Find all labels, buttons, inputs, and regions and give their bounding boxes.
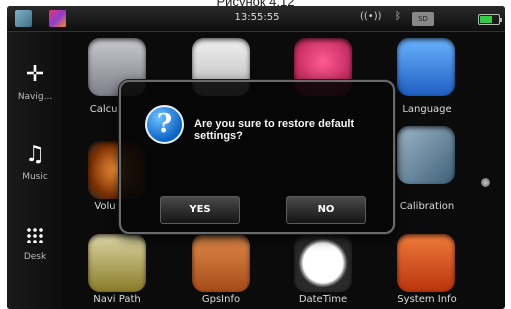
datetime-label: DateTime — [298, 294, 348, 305]
sidebar-item-music[interactable]: ♫ Music — [7, 142, 63, 182]
calibration-app-icon[interactable] — [397, 126, 455, 184]
dialog-message: Are you sure to restore default settings… — [194, 118, 355, 142]
page-indicator[interactable] — [481, 178, 490, 187]
gps-signal-icon: ((•)) — [360, 11, 382, 22]
system-info-label: System Info — [397, 294, 457, 305]
yes-button[interactable]: YES — [160, 196, 240, 224]
system-info-app-icon[interactable] — [397, 234, 455, 292]
home-icon[interactable] — [15, 10, 32, 27]
sidebar: ✛ Navig... ♫ Music Desk — [7, 32, 63, 309]
crosshair-icon: ✛ — [25, 62, 45, 87]
sd-card-icon: SD — [412, 12, 434, 26]
no-button[interactable]: NO — [286, 196, 366, 224]
bluetooth-icon: ᛒ — [395, 11, 401, 22]
apps-icon[interactable] — [49, 10, 66, 27]
calibration-label: Calibration — [399, 201, 455, 212]
volume-label: Volu — [94, 201, 116, 212]
sidebar-item-navigation[interactable]: ✛ Navig... — [7, 62, 63, 102]
sidebar-item-label: Desk — [23, 252, 47, 262]
status-bar: 13:55:55 ((•)) ᛒ SD — [7, 6, 505, 32]
grid-dots-icon — [7, 222, 63, 248]
language-label: Language — [402, 104, 452, 115]
clock: 13:55:55 — [234, 12, 280, 23]
sidebar-item-label: Music — [22, 172, 48, 182]
device-screen: 13:55:55 ((•)) ᛒ SD ✛ Navig... ♫ Music D… — [7, 6, 505, 309]
page: Рисунок 4.12 13:55:55 ((•)) ᛒ SD ✛ Navig… — [0, 0, 511, 309]
sidebar-item-desk[interactable]: Desk — [7, 222, 63, 262]
navi-path-app-icon[interactable] — [88, 234, 146, 292]
navi-path-label: Navi Path — [93, 294, 141, 305]
battery-icon — [478, 14, 502, 25]
datetime-app-icon[interactable] — [294, 234, 352, 292]
language-app-icon[interactable] — [397, 38, 455, 96]
battery-fill — [480, 16, 492, 23]
calculator-label: Calcul — [89, 104, 121, 115]
gpsinfo-label: GpsInfo — [201, 294, 241, 305]
gpsinfo-app-icon[interactable] — [192, 234, 250, 292]
question-icon: ? — [145, 105, 184, 144]
restore-defaults-dialog: ? Are you sure to restore default settin… — [119, 80, 395, 234]
sidebar-item-label: Navig... — [17, 92, 53, 102]
music-note-icon: ♫ — [25, 142, 45, 167]
